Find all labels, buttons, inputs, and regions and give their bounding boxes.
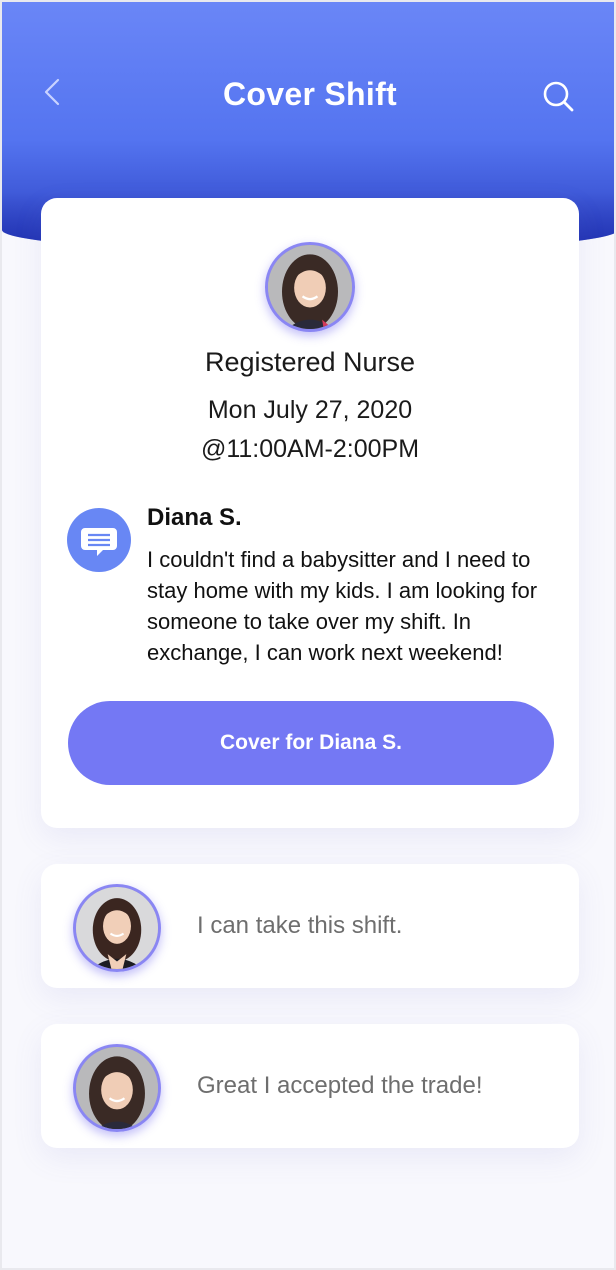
list-item: I can take this shift. <box>41 864 579 988</box>
shift-date: Mon July 27, 2020 <box>207 396 413 424</box>
page-title: Cover Shift <box>223 76 397 112</box>
request-message: I couldn't find a babysitter and I need … <box>147 547 538 665</box>
search-icon <box>543 81 574 112</box>
shift-card: Registered Nurse Mon July 27, 2020 @11:0… <box>41 198 579 828</box>
reply-text: I can take this shift. <box>197 912 403 939</box>
shift-role: Registered Nurse <box>204 347 416 377</box>
avatar <box>265 242 355 332</box>
reply-text: Great I accepted the trade! <box>197 1072 483 1099</box>
cover-shift-button[interactable]: Cover for Diana S. <box>68 701 554 785</box>
sender-name: Diana S. <box>147 504 242 531</box>
chat-bubble-icon <box>67 508 131 572</box>
avatar <box>73 884 161 972</box>
app-screen: Cover Shift Registered Nurse Mon July 27… <box>0 0 616 1270</box>
search-button[interactable] <box>540 78 576 114</box>
avatar <box>73 1044 161 1132</box>
shift-time: @11:00AM-2:00PM <box>200 435 420 463</box>
list-item: Great I accepted the trade! <box>41 1024 579 1148</box>
